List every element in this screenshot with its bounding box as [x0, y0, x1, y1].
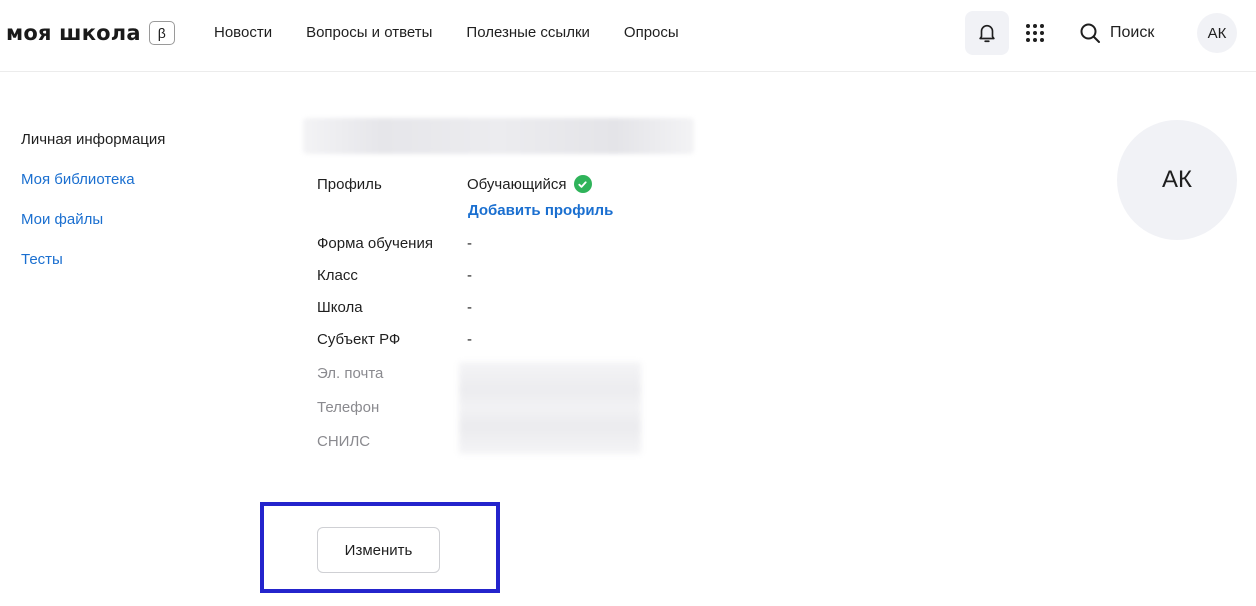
- add-profile-link[interactable]: Добавить профиль: [468, 202, 613, 219]
- sidebar-item-personal-info[interactable]: Личная информация: [21, 130, 165, 170]
- class-value: -: [467, 267, 472, 284]
- bell-icon: [979, 24, 995, 43]
- user-avatar-button[interactable]: АК: [1197, 13, 1237, 53]
- grid-icon: [1026, 24, 1044, 42]
- profile-avatar[interactable]: АК: [1117, 120, 1237, 240]
- class-label: Класс: [317, 267, 358, 284]
- school-value: -: [467, 299, 472, 316]
- region-value: -: [467, 331, 472, 348]
- contacts-redacted: [459, 362, 641, 454]
- phone-label: Телефон: [317, 399, 380, 416]
- verified-check-icon: [573, 175, 592, 193]
- search-label: Поиск: [1110, 24, 1155, 41]
- sidebar-item-files[interactable]: Мои файлы: [21, 210, 165, 250]
- school-label: Школа: [317, 299, 363, 316]
- sidebar-item-tests[interactable]: Тесты: [21, 250, 165, 290]
- logo-text: моя школа: [6, 21, 141, 45]
- nav-polls[interactable]: Опросы: [624, 24, 679, 41]
- nav-faq[interactable]: Вопросы и ответы: [306, 24, 432, 41]
- logo[interactable]: моя школа β: [6, 20, 175, 46]
- profile-value: Обучающийся: [467, 175, 592, 193]
- nav-news[interactable]: Новости: [214, 24, 272, 41]
- search-icon: [1080, 23, 1100, 43]
- sidebar-item-library[interactable]: Моя библиотека: [21, 170, 165, 210]
- profile-value-text: Обучающийся: [467, 175, 567, 193]
- edit-button[interactable]: Изменить: [317, 527, 440, 573]
- nav-useful-links[interactable]: Полезные ссылки: [466, 24, 590, 41]
- search-button[interactable]: Поиск: [1078, 20, 1154, 46]
- beta-badge: β: [148, 21, 175, 45]
- notifications-button[interactable]: [965, 11, 1009, 55]
- study-form-label: Форма обучения: [317, 235, 433, 252]
- user-name-redacted: [303, 118, 694, 154]
- snils-label: СНИЛС: [317, 433, 371, 450]
- main-nav: Новости Вопросы и ответы Полезные ссылки…: [214, 24, 713, 41]
- profile-label: Профиль: [317, 176, 382, 193]
- email-label: Эл. почта: [317, 365, 384, 382]
- top-header: моя школа β Новости Вопросы и ответы Пол…: [0, 0, 1256, 72]
- profile-sidebar: Личная информация Моя библиотека Мои фай…: [21, 130, 165, 290]
- region-label: Субъект РФ: [317, 331, 401, 348]
- apps-button[interactable]: [1020, 11, 1050, 55]
- study-form-value: -: [467, 235, 472, 252]
